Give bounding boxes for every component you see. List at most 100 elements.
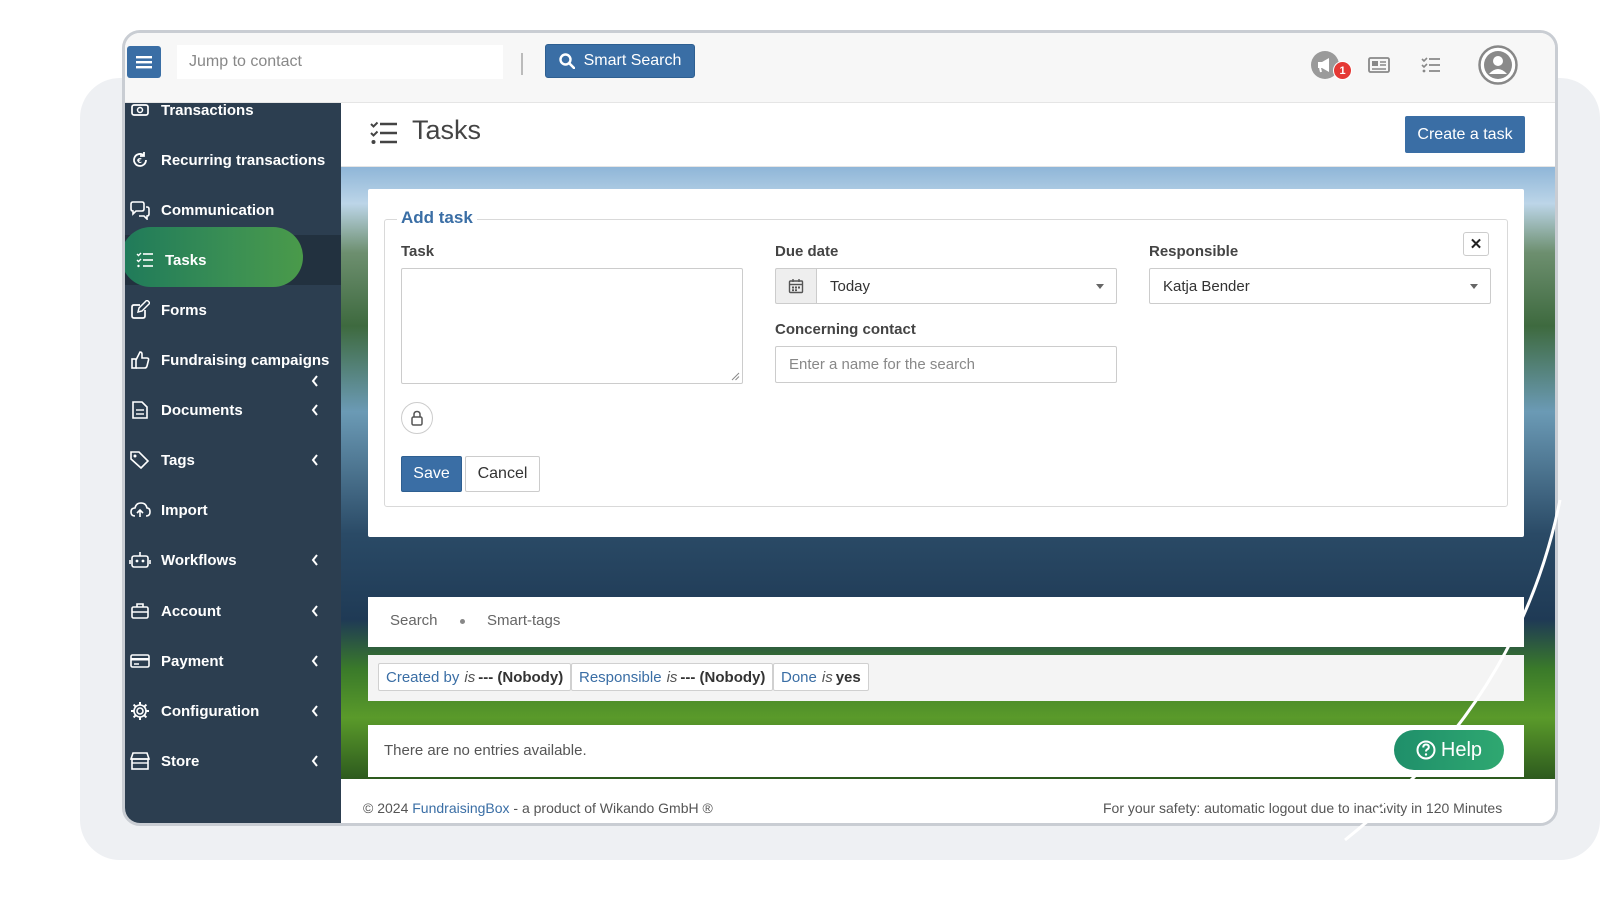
sidebar-item-account[interactable]: Account bbox=[125, 586, 341, 636]
tab-separator-dot bbox=[460, 619, 465, 624]
chevron-left-icon bbox=[309, 705, 321, 717]
sidebar-item-workflows[interactable]: Workflows bbox=[125, 535, 341, 585]
jump-to-contact-input[interactable] bbox=[177, 45, 503, 79]
main-content: Tasks Create a task Add task ✕ Task Save… bbox=[341, 103, 1555, 823]
save-button[interactable]: Save bbox=[401, 456, 462, 492]
chevron-left-icon bbox=[309, 554, 321, 566]
responsible-select[interactable]: Katja Bender bbox=[1149, 268, 1491, 304]
filter-chip-created-by[interactable]: Created by is --- (Nobody) bbox=[378, 663, 572, 691]
chevron-left-icon bbox=[309, 454, 321, 466]
thumbs-up-icon bbox=[129, 349, 151, 371]
search-tabs: Search Smart-tags bbox=[368, 597, 1524, 647]
filter-chip-responsible[interactable]: Responsible is --- (Nobody) bbox=[571, 663, 774, 691]
cloud-upload-icon bbox=[129, 499, 151, 521]
task-textarea[interactable] bbox=[401, 268, 743, 384]
app-window: Smart Search 1 Transactions € Recurring … bbox=[122, 30, 1558, 826]
document-icon bbox=[129, 399, 151, 421]
sidebar-item-label: Recurring transactions bbox=[161, 151, 326, 169]
sidebar-item-label: Fundraising campaigns bbox=[161, 351, 330, 369]
sidebar-item-transactions[interactable]: Transactions bbox=[125, 103, 341, 135]
sidebar-item-label: Forms bbox=[161, 301, 207, 319]
chat-icon bbox=[129, 199, 151, 221]
cancel-button[interactable]: Cancel bbox=[465, 456, 540, 492]
filter-operator: is bbox=[821, 668, 833, 686]
robot-icon bbox=[129, 549, 151, 571]
search-icon bbox=[558, 53, 575, 69]
copyright-suffix: - a product of Wikando GmbH ® bbox=[509, 800, 713, 816]
sidebar-item-label: Configuration bbox=[161, 702, 260, 720]
sidebar-item-label: Payment bbox=[161, 652, 224, 670]
concerning-contact-input[interactable] bbox=[775, 346, 1117, 383]
calendar-icon bbox=[788, 279, 804, 294]
chevron-left-icon bbox=[309, 655, 321, 667]
hamburger-icon bbox=[136, 56, 152, 69]
sidebar-item-tasks[interactable]: Tasks bbox=[125, 235, 341, 285]
sidebar-item-recurring-transactions[interactable]: € Recurring transactions bbox=[125, 135, 341, 185]
task-label: Task bbox=[401, 243, 435, 260]
due-date-select[interactable]: Today bbox=[816, 268, 1117, 304]
user-menu-button[interactable] bbox=[1477, 44, 1519, 86]
transactions-icon bbox=[129, 103, 151, 121]
empty-message: There are no entries available. bbox=[384, 742, 587, 759]
smart-search-label: Smart Search bbox=[583, 52, 682, 69]
copyright: © 2024 FundraisingBox - a product of Wik… bbox=[363, 800, 713, 816]
copyright-prefix: © 2024 bbox=[363, 800, 413, 816]
newspaper-icon bbox=[1368, 57, 1390, 73]
caret-down-icon bbox=[1096, 284, 1104, 289]
briefcase-icon bbox=[129, 600, 151, 622]
menu-toggle-button[interactable] bbox=[127, 46, 161, 78]
close-form-button[interactable]: ✕ bbox=[1463, 232, 1489, 256]
edit-icon bbox=[129, 299, 151, 321]
sidebar-item-label: Import bbox=[161, 501, 208, 519]
filter-chip-done[interactable]: Done is yes bbox=[773, 663, 869, 691]
news-button[interactable] bbox=[1363, 49, 1395, 81]
sidebar-item-tags[interactable]: Tags bbox=[125, 435, 341, 485]
help-circle-icon bbox=[1416, 740, 1436, 760]
caret-down-icon bbox=[1470, 284, 1478, 289]
calendar-button[interactable] bbox=[775, 268, 816, 304]
sidebar-item-store[interactable]: Store bbox=[125, 736, 341, 786]
sidebar-item-label: Account bbox=[161, 602, 221, 620]
help-button[interactable]: Help bbox=[1394, 730, 1504, 770]
sidebar-item-label: Communication bbox=[161, 201, 275, 219]
filter-value: --- (Nobody) bbox=[478, 668, 564, 686]
brand-link[interactable]: FundraisingBox bbox=[412, 800, 509, 816]
filter-field: Done bbox=[781, 668, 817, 686]
create-task-button[interactable]: Create a task bbox=[1405, 116, 1525, 153]
filter-value: --- (Nobody) bbox=[680, 668, 766, 686]
sidebar-item-documents[interactable]: Documents bbox=[125, 385, 341, 435]
chevron-left-icon bbox=[309, 404, 321, 416]
footer: © 2024 FundraisingBox - a product of Wik… bbox=[341, 779, 1555, 823]
resize-handle-icon[interactable] bbox=[730, 371, 740, 381]
tab-smart-tags[interactable]: Smart-tags bbox=[487, 612, 560, 629]
gear-icon bbox=[129, 700, 151, 722]
responsible-label: Responsible bbox=[1149, 243, 1239, 260]
tasks-icon bbox=[370, 121, 397, 144]
sidebar-item-forms[interactable]: Forms bbox=[125, 285, 341, 335]
top-bar: Smart Search 1 bbox=[125, 33, 1555, 103]
filter-value: yes bbox=[835, 668, 861, 686]
tasks-shortcut-button[interactable] bbox=[1415, 49, 1447, 81]
sidebar-item-label: Tags bbox=[161, 451, 195, 469]
help-label: Help bbox=[1440, 738, 1483, 761]
tab-search[interactable]: Search bbox=[390, 612, 438, 629]
filter-operator: is bbox=[464, 668, 476, 686]
sidebar-item-label: Store bbox=[161, 752, 200, 770]
separator bbox=[521, 53, 523, 75]
due-date-value: Today bbox=[830, 277, 871, 295]
responsible-value: Katja Bender bbox=[1163, 277, 1250, 295]
sidebar-item-configuration[interactable]: Configuration bbox=[125, 686, 341, 736]
smart-search-button[interactable]: Smart Search bbox=[545, 44, 695, 78]
private-lock-button[interactable] bbox=[401, 402, 433, 434]
credit-card-icon bbox=[129, 650, 151, 672]
sidebar-item-payment[interactable]: Payment bbox=[125, 636, 341, 686]
sidebar: Transactions € Recurring transactions Co… bbox=[125, 103, 341, 823]
concerning-contact-label: Concerning contact bbox=[775, 321, 916, 338]
sidebar-item-communication[interactable]: Communication bbox=[125, 185, 341, 235]
task-list-icon bbox=[1421, 57, 1440, 73]
sidebar-item-label: Tasks bbox=[165, 251, 207, 269]
sidebar-item-fundraising-campaigns[interactable]: Fundraising campaigns bbox=[125, 335, 341, 387]
sidebar-item-import[interactable]: Import bbox=[125, 485, 341, 535]
filter-field: Responsible bbox=[579, 668, 662, 686]
tag-icon bbox=[129, 449, 151, 471]
